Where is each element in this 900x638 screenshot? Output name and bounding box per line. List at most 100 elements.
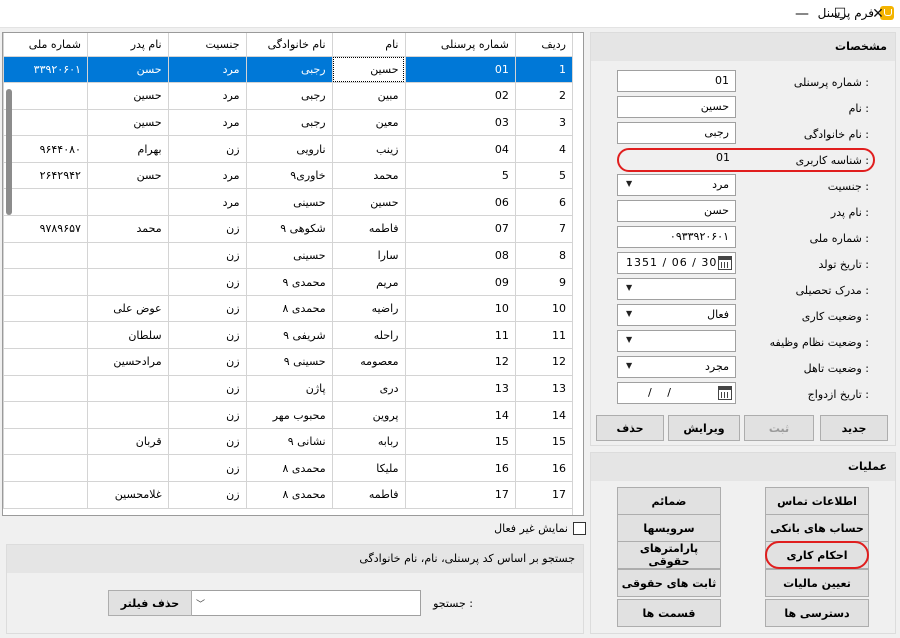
father-name-field[interactable]: حسن bbox=[617, 200, 736, 222]
table-row[interactable]: 9 09 مریم محمدی ۹ زن bbox=[3, 268, 572, 296]
table-cell[interactable]: 03 bbox=[404, 109, 516, 137]
table-cell[interactable]: حسن bbox=[86, 56, 169, 84]
maximize-button[interactable]: ☐ bbox=[820, 0, 860, 28]
services-button[interactable]: سرویسها bbox=[617, 514, 721, 542]
table-cell[interactable]: محمدی ۸ bbox=[245, 295, 333, 323]
table-cell[interactable]: مرد bbox=[167, 109, 247, 137]
dropdown-arrow-icon[interactable]: ▼ bbox=[626, 335, 632, 344]
table-cell[interactable]: 12 bbox=[514, 348, 572, 376]
table-cell[interactable]: محمد bbox=[331, 162, 405, 190]
table-cell[interactable]: 17 bbox=[514, 481, 572, 509]
table-cell[interactable] bbox=[3, 109, 88, 137]
table-cell[interactable]: 08 bbox=[404, 242, 516, 270]
table-cell[interactable]: حسن bbox=[86, 162, 169, 190]
table-cell[interactable] bbox=[3, 321, 88, 350]
chevron-down-icon[interactable]: ﹀ bbox=[196, 597, 205, 610]
table-cell[interactable]: حسینی bbox=[245, 242, 333, 270]
table-cell[interactable]: 1 bbox=[514, 56, 572, 84]
table-cell[interactable]: 07 bbox=[404, 215, 516, 243]
table-cell[interactable]: ربابه bbox=[331, 428, 405, 456]
column-header-row-no[interactable]: ردیف bbox=[514, 33, 572, 57]
table-cell[interactable]: 09 bbox=[404, 268, 516, 296]
table-row[interactable]: 15 15 ربابه نشانی ۹ زن قربان bbox=[3, 428, 572, 456]
sections-button[interactable]: قسمت ها bbox=[617, 599, 721, 627]
table-cell[interactable]: 16 bbox=[514, 454, 572, 482]
table-row[interactable]: 17 17 فاطمه محمدی ۸ زن غلامحسین bbox=[3, 481, 572, 509]
table-cell[interactable]: 15 bbox=[404, 428, 516, 456]
attachments-button[interactable]: ضمائم bbox=[617, 487, 721, 515]
marital-status-select[interactable]: ▼ مجرد bbox=[617, 356, 736, 378]
work-status-select[interactable]: ▼ فعال bbox=[617, 304, 736, 326]
table-cell[interactable]: 5 bbox=[404, 162, 516, 190]
table-cell[interactable]: زن bbox=[167, 321, 247, 350]
table-cell[interactable]: محمدی ۸ bbox=[245, 454, 333, 482]
column-header-first-name[interactable]: نام bbox=[331, 33, 405, 57]
table-cell[interactable]: 4 bbox=[514, 135, 572, 163]
table-cell[interactable]: زن bbox=[167, 135, 247, 163]
national-id-field[interactable]: ۰۹۳۳۹۲۰۶۰۱ bbox=[617, 226, 736, 248]
table-cell[interactable]: سارا bbox=[331, 242, 405, 270]
table-cell[interactable]: 15 bbox=[514, 428, 572, 456]
table-row[interactable]: 4 04 زینب نارویی زن بهرام ۹۶۴۴۰۸۰ bbox=[3, 135, 572, 163]
table-cell[interactable]: راحله bbox=[331, 321, 405, 350]
table-row[interactable]: 7 07 فاطمه شکوهی ۹ زن محمد ۹۷۸۹۶۵۷ bbox=[3, 215, 572, 243]
table-cell[interactable]: محبوب مهر bbox=[245, 401, 333, 429]
edit-button[interactable]: ویرایش bbox=[668, 415, 740, 441]
access-rights-button[interactable]: دسترسی ها bbox=[765, 599, 869, 627]
table-cell[interactable]: نشانی ۹ bbox=[245, 428, 333, 456]
table-cell[interactable] bbox=[86, 268, 169, 296]
delete-button[interactable]: حذف bbox=[596, 415, 664, 441]
table-cell[interactable]: رجبی bbox=[245, 82, 333, 110]
table-cell[interactable]: 10 bbox=[514, 295, 572, 323]
table-cell[interactable] bbox=[86, 242, 169, 270]
table-cell[interactable]: معین bbox=[331, 109, 405, 137]
table-cell[interactable]: عوض علی bbox=[86, 295, 169, 323]
table-cell[interactable]: مرادحسین bbox=[86, 348, 169, 376]
military-status-select[interactable]: ▼ bbox=[617, 330, 736, 352]
table-cell[interactable] bbox=[86, 454, 169, 482]
table-cell[interactable]: ۹۶۴۴۰۸۰ bbox=[3, 135, 88, 163]
table-cell[interactable]: معصومه bbox=[331, 348, 405, 376]
personnel-no-field[interactable]: 01 bbox=[617, 70, 736, 92]
dropdown-arrow-icon[interactable]: ▼ bbox=[626, 179, 632, 188]
show-inactive-option[interactable]: نمایش غیر فعال bbox=[494, 520, 586, 538]
table-cell[interactable]: مریم bbox=[331, 268, 405, 296]
table-cell[interactable]: زن bbox=[167, 268, 247, 296]
table-cell[interactable]: غلامحسین bbox=[86, 481, 169, 509]
column-header-gender[interactable]: جنسیت bbox=[167, 33, 247, 57]
table-cell[interactable]: زن bbox=[167, 428, 247, 456]
table-cell[interactable]: شکوهی ۹ bbox=[245, 215, 333, 243]
table-cell[interactable]: رجبی bbox=[245, 109, 333, 137]
birth-date-picker[interactable]: 1351 / 06 / 30 bbox=[617, 252, 736, 274]
table-cell[interactable]: حسین bbox=[331, 56, 405, 84]
table-cell[interactable]: 3 bbox=[514, 109, 572, 137]
table-cell[interactable]: 13 bbox=[514, 375, 572, 403]
table-cell[interactable]: خاوری۹ bbox=[245, 162, 333, 190]
table-cell[interactable]: 12 bbox=[404, 348, 516, 376]
table-cell[interactable] bbox=[3, 82, 88, 110]
table-cell[interactable]: راضیه bbox=[331, 295, 405, 323]
table-cell[interactable]: 6 bbox=[514, 188, 572, 217]
table-cell[interactable]: 11 bbox=[514, 321, 572, 350]
minimize-button[interactable]: — bbox=[782, 0, 822, 28]
first-name-field[interactable]: حسین bbox=[617, 96, 736, 118]
gender-select[interactable]: ▼ مرد bbox=[617, 174, 736, 196]
table-row[interactable]: 5 5 محمد خاوری۹ مرد حسن ۲۶۴۲۹۴۲ bbox=[3, 162, 572, 190]
salary-parameters-button[interactable]: پارامترهای حقوقی bbox=[617, 541, 721, 569]
table-row[interactable]: 11 11 راحله شریفی ۹ زن سلطان bbox=[3, 321, 572, 350]
table-cell[interactable]: محمد bbox=[86, 215, 169, 243]
table-cell[interactable]: حسین bbox=[331, 188, 405, 217]
table-cell[interactable]: 5 bbox=[514, 162, 572, 190]
table-cell[interactable]: حسینی ۹ bbox=[245, 348, 333, 376]
table-cell[interactable]: 01 bbox=[404, 56, 516, 84]
table-cell[interactable]: زن bbox=[167, 454, 247, 482]
tax-settings-button[interactable]: تعیین مالیات bbox=[765, 569, 869, 597]
table-row[interactable]: 12 12 معصومه حسینی ۹ زن مرادحسین bbox=[3, 348, 572, 376]
dropdown-arrow-icon[interactable]: ▼ bbox=[626, 361, 632, 370]
table-cell[interactable]: 13 bbox=[404, 375, 516, 403]
table-cell[interactable]: پاژن bbox=[245, 375, 333, 403]
show-inactive-checkbox[interactable] bbox=[573, 522, 586, 535]
table-cell[interactable]: محمدی ۸ bbox=[245, 481, 333, 509]
marriage-date-picker[interactable]: / / bbox=[617, 382, 736, 404]
contact-info-button[interactable]: اطلاعات تماس bbox=[765, 487, 869, 515]
